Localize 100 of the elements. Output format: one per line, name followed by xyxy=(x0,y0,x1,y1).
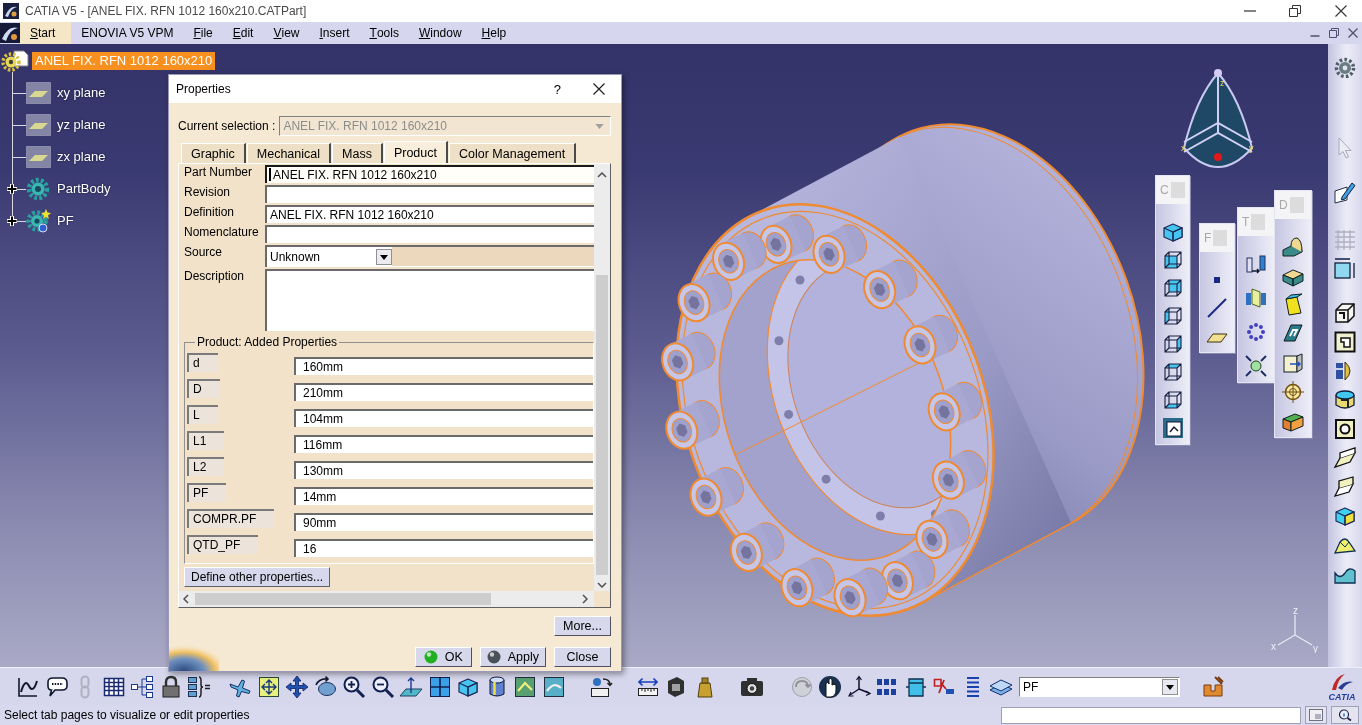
dot-ring-icon[interactable] xyxy=(1244,320,1268,344)
tool-icon[interactable] xyxy=(1201,674,1225,699)
speech-bubble-icon[interactable] xyxy=(44,674,69,699)
field-label: Current selection : xyxy=(178,119,276,133)
menu-item[interactable]: Tools xyxy=(359,22,409,44)
rotate-icon[interactable] xyxy=(313,674,338,699)
cylinder-icon[interactable] xyxy=(1333,388,1357,412)
expand-icon[interactable] xyxy=(6,183,18,195)
expand-icon[interactable] xyxy=(6,215,18,227)
tab[interactable]: Mass xyxy=(332,143,383,163)
value-field[interactable]: 210mm xyxy=(294,383,593,401)
hand-icon[interactable] xyxy=(818,674,842,699)
define-properties-button[interactable]: Define other properties... xyxy=(184,567,331,587)
scroll-down-icon[interactable] xyxy=(597,582,607,588)
fit-all-icon[interactable] xyxy=(256,674,281,699)
crosshair-icon[interactable] xyxy=(1281,380,1305,404)
zoom-out-icon[interactable] xyxy=(370,674,395,699)
pencil-icon[interactable] xyxy=(1333,181,1357,205)
value-field[interactable]: 104mm xyxy=(294,409,593,427)
property-name: PF xyxy=(187,483,227,502)
axes-icon[interactable] xyxy=(846,674,871,699)
tab[interactable]: Graphic xyxy=(181,143,246,163)
scroll-thumb[interactable] xyxy=(195,593,491,605)
close-icon[interactable] xyxy=(593,83,605,95)
tree-item[interactable]: PF xyxy=(54,212,77,230)
braces-icon[interactable] xyxy=(187,674,211,699)
plane-icon xyxy=(26,114,51,136)
dialog-title: Properties xyxy=(176,82,231,96)
tab[interactable]: Mechanical xyxy=(246,143,331,163)
square-frame-icon[interactable] xyxy=(1333,330,1357,354)
translate-icon[interactable] xyxy=(1244,252,1268,276)
cube-icon[interactable] xyxy=(1160,220,1185,244)
mirror-icon[interactable] xyxy=(1244,286,1268,310)
block-icon[interactable] xyxy=(1333,301,1357,325)
menu-item[interactable]: Start xyxy=(20,22,72,44)
cube-icon[interactable] xyxy=(1333,504,1357,528)
picture-icon[interactable] xyxy=(513,674,537,699)
horizontal-scrollbar[interactable] xyxy=(179,591,594,607)
picture-icon[interactable] xyxy=(1160,416,1185,440)
scale-icon[interactable] xyxy=(1244,354,1268,378)
thickness-icon[interactable] xyxy=(1281,351,1305,375)
tree-item[interactable]: xy plane xyxy=(54,84,109,102)
value-field[interactable]: 16 xyxy=(294,539,593,557)
menu-item[interactable]: ENOVIA V5 VPM xyxy=(71,22,184,44)
menu-item[interactable]: Edit xyxy=(222,22,264,44)
scroll-thumb[interactable] xyxy=(596,275,608,575)
part-gear-icon[interactable] xyxy=(0,50,30,72)
line-icon[interactable] xyxy=(1205,296,1229,320)
value-field[interactable]: 160mm xyxy=(294,357,593,375)
dialog-button[interactable]: Apply xyxy=(479,647,546,667)
text-field[interactable] xyxy=(265,225,594,243)
scroll-left-icon[interactable] xyxy=(183,594,189,604)
scroll-right-icon[interactable] xyxy=(582,594,588,604)
tree-item[interactable]: yz plane xyxy=(54,116,109,134)
scroll-up-icon[interactable] xyxy=(597,172,607,178)
close-icon[interactable] xyxy=(1335,5,1347,17)
tree-item[interactable]: zx plane xyxy=(54,148,109,166)
step-icon[interactable] xyxy=(1333,475,1357,499)
fillet-icon[interactable] xyxy=(1281,235,1305,259)
status-button[interactable] xyxy=(1331,706,1359,724)
picture-icon[interactable] xyxy=(541,674,566,699)
box-dimension-icon[interactable] xyxy=(1333,256,1357,280)
command-input[interactable] xyxy=(1001,706,1301,724)
tree-diagram-icon[interactable] xyxy=(130,674,154,699)
value-field[interactable]: 130mm xyxy=(294,461,593,479)
app-logo-icon[interactable] xyxy=(0,23,20,43)
caret-icon[interactable] xyxy=(376,249,392,265)
value-field[interactable]: 14mm xyxy=(294,487,593,505)
gear-icon[interactable] xyxy=(1333,56,1357,80)
text-field[interactable]: ANEL FIX. RFN 1012 160x210 xyxy=(265,165,594,183)
tab[interactable]: Color Management xyxy=(449,143,577,163)
dialog-button[interactable]: OK xyxy=(414,647,472,667)
text-field[interactable]: ANEL FIX. RFN 1012 160x210 xyxy=(265,205,594,223)
value-field[interactable]: 90mm xyxy=(294,513,593,531)
zoom-in-icon[interactable] xyxy=(342,674,366,699)
pan-icon[interactable] xyxy=(285,674,309,699)
more-button[interactable]: More... xyxy=(554,616,611,636)
source-dropdown[interactable]: Unknown xyxy=(265,247,392,267)
restore-icon[interactable] xyxy=(1329,28,1339,38)
tab[interactable]: Product xyxy=(383,141,448,164)
menu-item[interactable]: File xyxy=(183,22,223,44)
value-field[interactable]: 116mm xyxy=(294,435,593,453)
layer-dropdown[interactable]: PF xyxy=(1019,676,1180,697)
sphere-icon[interactable] xyxy=(1214,69,1222,77)
tree-item[interactable]: PartBody xyxy=(54,180,114,198)
vertical-scrollbar[interactable] xyxy=(594,164,610,591)
help-button[interactable]: ? xyxy=(553,81,561,97)
hole-icon[interactable] xyxy=(1333,417,1357,441)
wedge-icon[interactable] xyxy=(1333,446,1357,470)
menu-item[interactable]: Window xyxy=(408,22,472,44)
restore-icon[interactable] xyxy=(1289,5,1301,17)
text-area[interactable] xyxy=(265,269,594,331)
text-field[interactable] xyxy=(265,185,594,203)
caret-icon[interactable] xyxy=(1162,678,1178,695)
menu-item[interactable]: Insert xyxy=(309,22,360,44)
menu-item[interactable]: Help xyxy=(471,22,517,44)
menu-item[interactable]: View xyxy=(263,22,310,44)
dialog-button[interactable]: Close xyxy=(554,647,611,667)
square-icon xyxy=(1251,214,1266,230)
four-panes-icon[interactable] xyxy=(427,674,452,699)
